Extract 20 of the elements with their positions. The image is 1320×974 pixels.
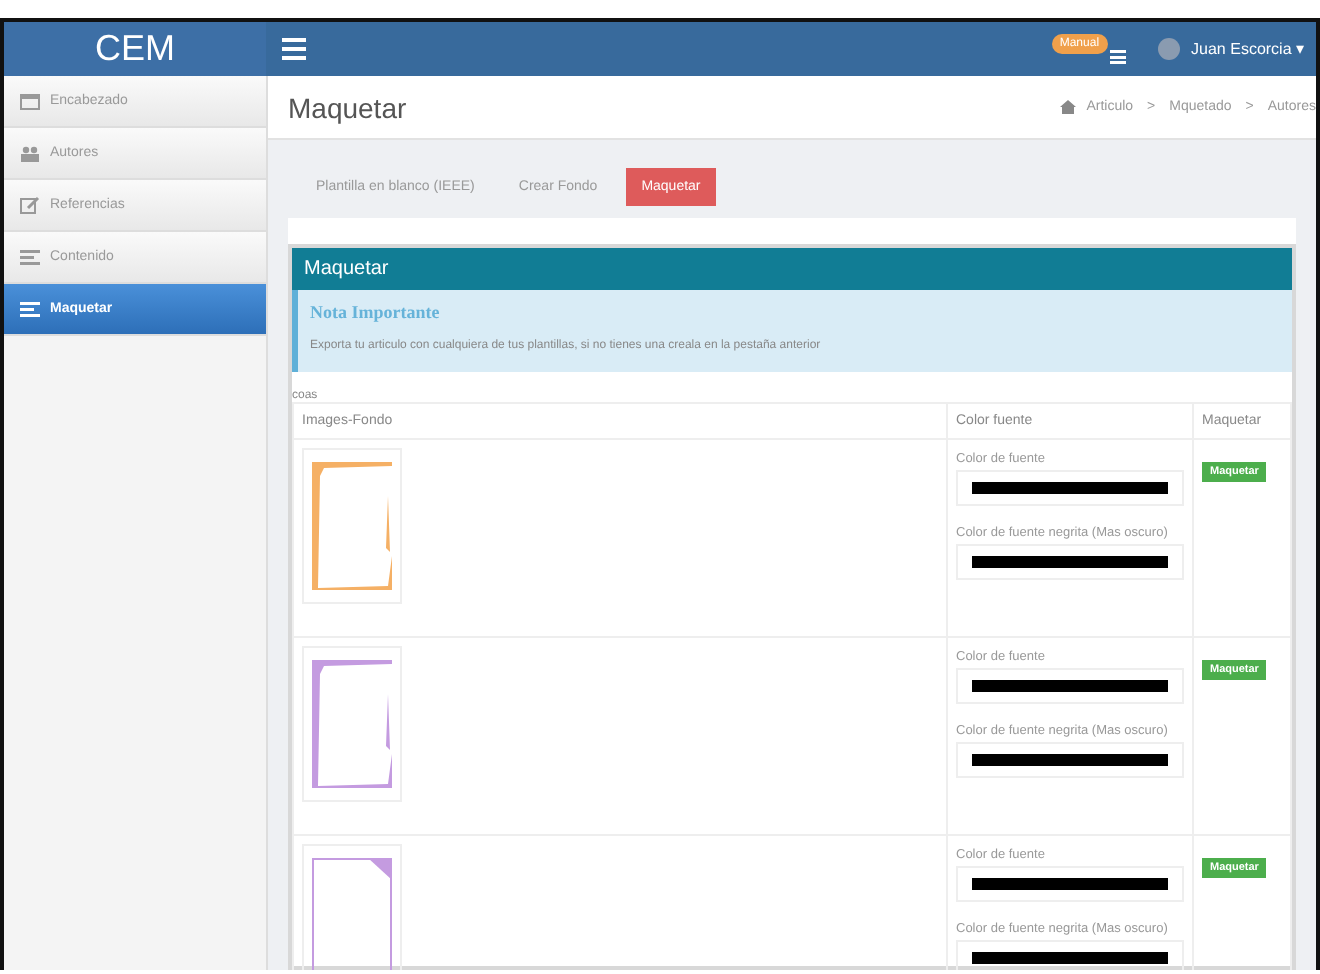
list-icon xyxy=(20,249,40,265)
home-icon xyxy=(1060,100,1077,114)
tray-icon xyxy=(1109,49,1126,63)
users-icon xyxy=(20,145,40,161)
color-input[interactable] xyxy=(956,742,1184,778)
list-icon xyxy=(20,301,40,317)
color-input[interactable] xyxy=(956,470,1184,506)
panel-title: Maquetar xyxy=(292,248,1292,290)
edit-icon xyxy=(20,196,40,214)
color-input[interactable] xyxy=(956,668,1184,704)
color-input[interactable] xyxy=(956,940,1184,970)
color-input[interactable] xyxy=(956,544,1184,580)
brand-logo[interactable]: CEM xyxy=(4,22,266,76)
calendar-icon xyxy=(20,93,40,109)
user-avatar xyxy=(1157,38,1180,60)
menu-icon[interactable] xyxy=(282,38,306,60)
color-input[interactable] xyxy=(956,866,1184,902)
user-menu[interactable]: Juan Escorcia ▾ xyxy=(1191,40,1304,58)
page-title: Maquetar xyxy=(288,91,409,123)
note-title: Nota Importante xyxy=(310,302,442,322)
